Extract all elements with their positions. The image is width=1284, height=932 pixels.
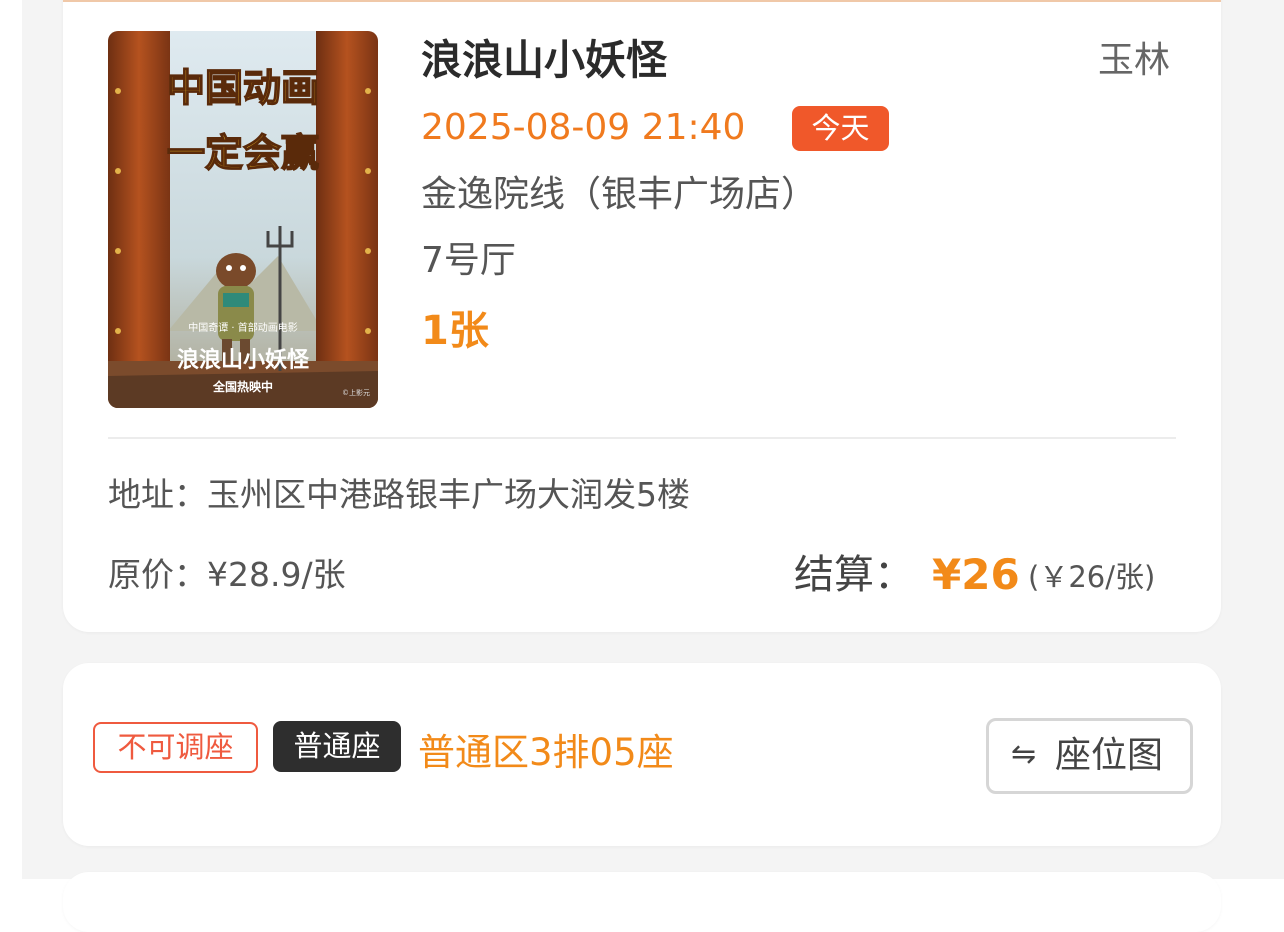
city-label: 玉林 xyxy=(1098,40,1171,81)
seat-map-button[interactable]: ⇋ 座位图 xyxy=(986,718,1193,794)
cinema-address: 地址：玉州区中港路银丰广场大润发5楼 xyxy=(108,475,690,514)
divider xyxy=(108,437,1176,439)
seat-type-tag: 普通座 xyxy=(273,721,401,772)
poster-copyright: ©上影元 xyxy=(342,388,370,397)
settle-amount: ¥26 xyxy=(932,550,1020,599)
poster-headline-line2: 一定会赢 xyxy=(167,131,319,175)
hall-number: 7号厅 xyxy=(421,240,516,281)
poster-tagline: 中国奇谭 · 首部动画电影 xyxy=(188,321,298,334)
seat-map-label: 座位图 xyxy=(1055,735,1164,776)
movie-poster[interactable]: 中国动画 一定会赢 中国奇谭 · 首部动画电影 浪浪山小妖怪 全国热映中 ©上影… xyxy=(108,31,378,408)
card-top-border xyxy=(63,0,1221,2)
today-badge: 今天 xyxy=(792,106,889,151)
poster-status: 全国热映中 xyxy=(212,379,273,394)
movie-title[interactable]: 浪浪山小妖怪 xyxy=(421,30,667,90)
next-card xyxy=(63,872,1221,932)
seat-location: 普通区3排05座 xyxy=(418,731,674,774)
poster-headline-line1: 中国动画 xyxy=(167,66,319,110)
ticket-count: 1张 xyxy=(421,308,489,354)
no-adjust-seat-tag: 不可调座 xyxy=(93,722,258,773)
poster-logo: 浪浪山小妖怪 xyxy=(177,347,310,373)
settle-label: 结算： xyxy=(794,552,914,598)
swap-arrows-icon: ⇋ xyxy=(1011,737,1037,772)
showtime: 2025-08-09 21:40 xyxy=(421,107,746,148)
settle-unit-price: (￥26/张) xyxy=(1028,560,1156,594)
original-price: 原价：¥28.9/张 xyxy=(108,555,346,594)
cinema-name: 金逸院线（银丰广场店） xyxy=(421,174,818,215)
